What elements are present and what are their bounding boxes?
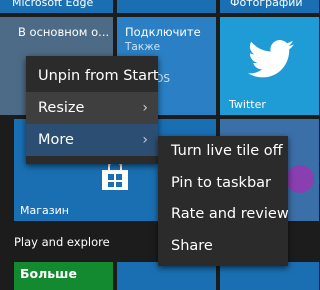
tile-label: Больше [20, 266, 77, 281]
tile-microsoft-edge[interactable]: Microsoft Edge [0, 0, 113, 13]
tile-photos[interactable]: Фотографии [220, 0, 319, 13]
tile-line-1: Подключите [125, 25, 201, 39]
menu-item-share[interactable]: Share [158, 231, 288, 263]
menu-item-label: Share [171, 237, 213, 254]
menu-item-label: Turn live tile off [171, 143, 283, 159]
tile-label: Магазин [20, 204, 69, 217]
tile-more-games[interactable]: Больше [14, 262, 113, 290]
tile-blue-bottom-right[interactable] [220, 262, 319, 290]
section-title: Play and explore [14, 235, 110, 249]
menu-item-rate-and-review[interactable]: Rate and review [158, 199, 289, 231]
chevron-right-icon: › [142, 100, 148, 116]
tile-line-2: Также [125, 41, 161, 53]
menu-item-label: Unpin from Start [38, 68, 159, 84]
chevron-right-icon: › [142, 132, 148, 148]
menu-item-label: More [38, 132, 74, 148]
tile-label: Twitter [229, 98, 266, 111]
tile-blue-bottom[interactable] [117, 262, 216, 290]
tile-context-menu: Unpin from Start Resize › More › [26, 56, 159, 164]
menu-item-label: Pin to taskbar [171, 174, 271, 191]
menu-item-more[interactable]: More › [26, 124, 158, 156]
tile-blue-top[interactable] [117, 0, 216, 13]
twitter-bird-icon [248, 39, 294, 83]
menu-item-resize[interactable]: Resize › [26, 92, 158, 124]
tile-label: Microsoft Edge [12, 0, 94, 9]
tile-label: В основном о... [18, 25, 110, 39]
menu-item-turn-live-tile-off[interactable]: Turn live tile off [158, 136, 288, 168]
tile-twitter[interactable]: Twitter [220, 17, 319, 115]
tile-label: Фотографии [230, 0, 303, 9]
menu-item-label: Resize [38, 100, 85, 116]
more-submenu: Turn live tile off Pin to taskbar Rate a… [158, 136, 289, 266]
menu-item-label: Rate and review [171, 206, 289, 222]
menu-item-unpin-from-start[interactable]: Unpin from Start [26, 60, 159, 92]
store-bag-icon [100, 160, 130, 195]
menu-item-pin-to-taskbar[interactable]: Pin to taskbar [158, 168, 288, 200]
